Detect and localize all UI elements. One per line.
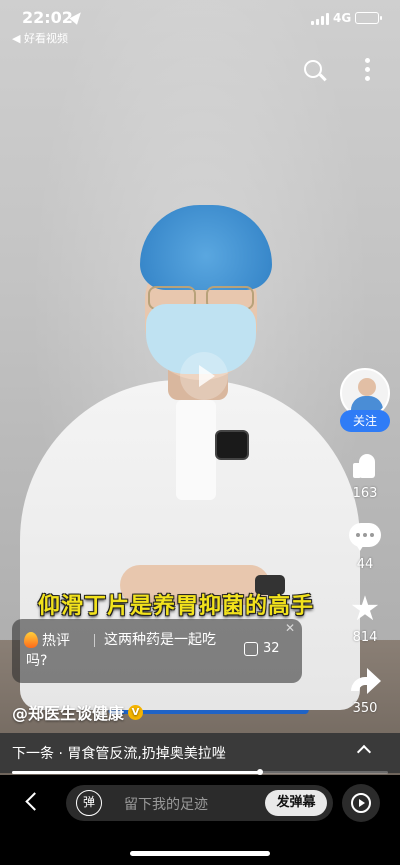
bottom-bar: 弹 留下我的足迹 发弹幕 [0,775,400,865]
like-button[interactable]: 163 [340,450,390,501]
thumbs-up-outline-icon [244,641,258,656]
hot-comment-card[interactable]: 热评 这两种药是一起吃吗? 32 [12,619,302,683]
search-icon[interactable] [304,60,327,82]
home-indicator [130,851,270,856]
next-video-title: 下一条 · 胃食管反流,扔掉奥美拉唑 [12,746,226,762]
danmaku-placeholder: 留下我的足迹 [124,797,208,813]
signal-icon [311,13,329,25]
thumbs-up-icon [350,450,380,480]
follow-button[interactable]: 关注 [340,410,390,432]
progress-bar[interactable] [12,769,388,775]
progress-fill [12,771,261,774]
hot-comment-like-count: 32 [263,641,280,656]
play-icon[interactable] [180,352,228,400]
author-name-row[interactable]: @郑医生谈健康 V [12,700,144,724]
lapel-microphone [215,430,249,460]
send-danmaku-button[interactable]: 发弹幕 [265,790,327,816]
share-button[interactable]: 350 [340,665,390,716]
close-icon[interactable]: ✕ [285,621,295,635]
next-video-bar[interactable]: 下一条 · 胃食管反流,扔掉奥美拉唑 [0,733,400,773]
doctor-shirt [176,400,216,500]
verified-badge-icon: V [128,704,144,720]
battery-icon [355,12,382,24]
comment-count: 44 [356,557,374,572]
author-name: @郑医生谈健康 [12,704,125,723]
share-count: 350 [352,701,378,716]
share-arrow-icon [349,665,381,695]
danmaku-icon[interactable]: 弹 [76,790,102,816]
network-type: 4G [333,11,352,25]
danmaku-input[interactable]: 弹 留下我的足迹 发弹幕 [66,785,333,821]
comment-button[interactable]: 44 [340,523,390,572]
video-subtitle: 仰滑丁片是养胃抑菌的高手 [38,594,315,619]
danmaku-toggle-icon[interactable] [342,784,380,822]
more-options-icon[interactable] [365,58,371,84]
comment-bubble-icon [349,523,381,551]
hot-comment-like[interactable]: 32 [244,641,280,656]
back-arrow-icon[interactable] [25,792,44,811]
status-time: 22:02 [22,8,73,27]
favorite-count: 814 [352,630,378,645]
chevron-up-icon[interactable] [356,744,372,760]
back-to-app-link[interactable]: ◀ 好看视频 [12,30,68,46]
like-count: 163 [352,486,378,501]
status-bar: 22:02 4G [0,0,400,34]
hot-comment-text: 这两种药是一起吃吗? [26,632,216,669]
